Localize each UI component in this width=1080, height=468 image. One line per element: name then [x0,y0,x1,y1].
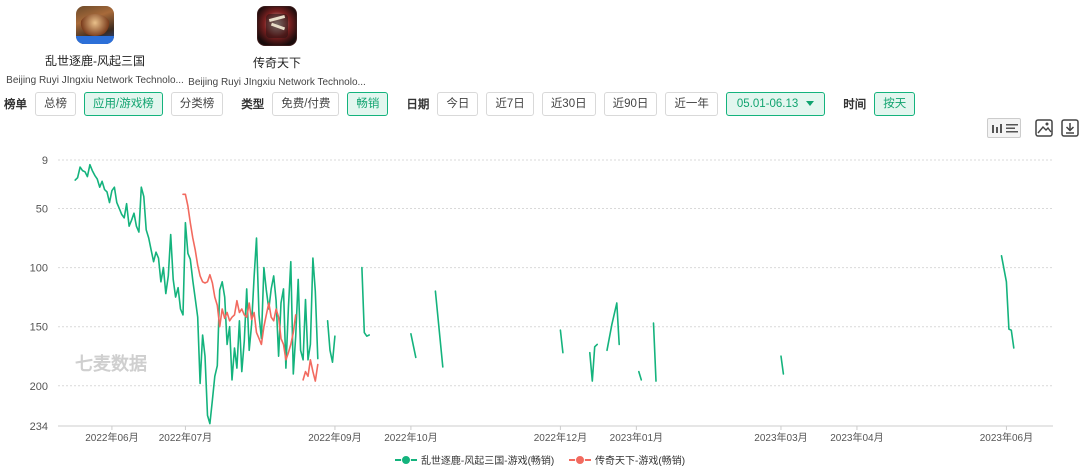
app-card-2[interactable]: 传奇天下 Beijing Ruyi JIngxiu Network Techno… [187,6,367,88]
legend-marker-2 [569,454,592,465]
rank-label: 榜单 [4,99,27,111]
date-option-90d[interactable]: 近90日 [603,92,658,116]
legend-marker-1 [394,454,417,465]
date-option-30d[interactable]: 近30日 [541,92,596,116]
rank-option-category[interactable]: 分类榜 [170,92,224,116]
watermark-text: 七麦数据 [75,353,147,374]
date-range-value: 05.01-06.13 [736,98,799,110]
chart-grid [58,159,1053,427]
series-line-1[interactable] [652,322,657,382]
x-tick-label: 2022年09月 [308,431,361,444]
date-range-picker[interactable]: 05.01-06.13 [725,92,826,116]
legend-item-2[interactable]: 传奇天下-游戏(畅销) [569,452,685,467]
x-tick-label: 2022年12月 [534,431,587,444]
time-label: 时间 [843,99,867,111]
x-tick-label: 2023年01月 [610,431,663,444]
legend-item-1[interactable]: 乱世逐鹿-风起三国-游戏(畅销) [394,452,555,467]
series-line-1[interactable] [637,370,643,381]
y-tick-label: 9 [42,155,48,167]
y-tick-label: 100 [30,263,48,275]
app-name-2[interactable]: 传奇天下 [187,54,367,71]
date-option-7d[interactable]: 近7日 [486,92,534,116]
x-tick-label: 2023年06月 [980,431,1033,444]
chart-series [74,163,1015,425]
ranking-chart[interactable]: 9 50 100 150 200 234 2022年06月 2022年07月 2022年09月… [0,140,1080,452]
y-tick-label: 150 [30,322,48,334]
series-line-1[interactable] [434,290,444,368]
date-option-today[interactable]: 今日 [437,92,479,116]
image-icon[interactable] [1035,119,1053,137]
app-icon-2[interactable] [257,6,297,46]
chart-toolbar [987,118,1079,138]
x-tick-label: 2023年03月 [754,431,807,444]
x-axis: 2022年06月 2022年07月 2022年09月 2022年10月 2022年12月… [85,426,1033,444]
list-icon[interactable] [1005,123,1018,133]
app-card-1[interactable]: 乱世逐鹿-风起三国 Beijing Ruyi JIngxiu Network T… [5,6,185,86]
app-name-1[interactable]: 乱世逐鹿-风起三国 [5,52,185,69]
legend-label-1: 乱世逐鹿-风起三国-游戏(畅销) [420,456,555,467]
filter-bar: 榜单 总榜 应用/游戏榜 分类榜 类型 免费/付费 畅销 日期 今日 近7日 近… [4,92,923,116]
series-line-1[interactable] [1000,255,1015,349]
legend-label-2: 传奇天下-游戏(畅销) [595,456,686,467]
series-line-1[interactable] [361,266,371,337]
x-tick-label: 2022年10月 [384,431,437,444]
date-option-1y[interactable]: 近一年 [665,92,718,116]
type-option-grossing[interactable]: 畅销 [347,92,389,116]
series-line-1[interactable] [74,163,319,425]
type-option-free-paid[interactable]: 免费/付费 [272,92,340,116]
y-axis: 9 50 100 150 200 234 [30,155,48,433]
x-tick-label: 2022年07月 [159,431,212,444]
download-icon[interactable] [1061,119,1079,137]
date-label: 日期 [406,99,430,111]
series-line-2[interactable] [302,359,319,382]
chevron-down-icon [806,101,815,107]
series-line-1[interactable] [410,333,417,359]
rank-option-total[interactable]: 总榜 [35,92,76,116]
app-developer-1: Beijing Ruyi JIngxiu Network Technolo... [6,75,184,86]
series-line-1[interactable] [559,329,564,354]
app-developer-2: Beijing Ruyi JIngxiu Network Technolo... [188,77,366,88]
chart-view-toggle[interactable] [987,118,1021,138]
y-tick-label: 50 [36,203,48,215]
bar-chart-icon[interactable] [991,123,1003,133]
y-tick-label: 234 [30,421,48,433]
series-line-1[interactable] [588,343,599,382]
y-tick-label: 200 [30,381,48,393]
x-tick-label: 2022年06月 [85,431,138,444]
rank-option-app-game[interactable]: 应用/游戏榜 [84,92,163,116]
series-line-1[interactable] [780,355,785,375]
time-option-daily[interactable]: 按天 [874,92,916,116]
x-tick-label: 2023年04月 [830,431,883,444]
chart-legend: 乱世逐鹿-风起三国-游戏(畅销) 传奇天下-游戏(畅销) [0,452,1080,468]
series-line-1[interactable] [606,302,621,352]
app-icon-1[interactable] [76,6,114,44]
type-label: 类型 [241,99,265,111]
